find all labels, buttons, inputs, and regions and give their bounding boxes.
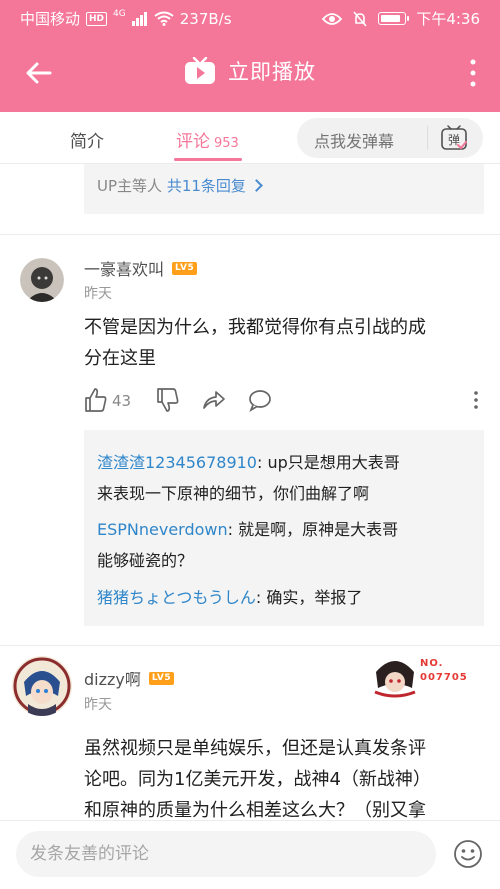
comment-line: 分在这里 — [84, 348, 156, 369]
sub-reply: ESPNneverdown: 就是啊，原神是大表哥 能够碰瓷的？ — [97, 514, 477, 576]
wifi-icon — [154, 11, 174, 26]
username-text: dizzy啊 — [84, 670, 141, 689]
network-speed: 237B/s — [179, 9, 232, 28]
signal-icon: 4G — [113, 8, 126, 19]
tab-comments[interactable]: 评论 953 — [176, 127, 239, 152]
comment-time: 昨天 — [84, 697, 112, 713]
tab-intro[interactable]: 简介 — [70, 127, 104, 152]
avatar[interactable] — [12, 656, 72, 716]
comment-username[interactable]: 一豪喜欢叫 LV5 — [84, 256, 198, 280]
comment-actions: 43 — [84, 386, 484, 416]
sub-reply: 猪猪ちょとつもうしん: 确实，举报了 — [97, 582, 477, 613]
tab-comments-label: 评论 — [176, 132, 210, 152]
comment-username[interactable]: dizzy啊 LV5 — [84, 666, 175, 690]
username-text: 一豪喜欢叫 — [84, 260, 165, 279]
comment-line: 论吧。同为1亿美元开发，战神4（新战神） — [84, 769, 431, 790]
mute-bell-icon — [353, 10, 367, 27]
reply-text: : 就是啊，原神是大表哥 — [227, 520, 399, 539]
reply-text: 能够碰瓷的？ — [97, 551, 194, 570]
up-reply-summary[interactable]: UP主等人 共11条回复 — [84, 164, 484, 214]
eye-icon — [322, 12, 343, 25]
danmaku-divider — [427, 126, 428, 150]
chevron-right-icon — [250, 179, 263, 192]
emoji-icon[interactable] — [453, 839, 483, 869]
reply-username[interactable]: ESPNneverdown — [97, 520, 228, 539]
up-reply-prefix: UP主等人 — [97, 177, 163, 195]
more-vertical-icon[interactable] — [466, 56, 480, 90]
reply-username[interactable]: 猪猪ちょとつもうしん — [97, 588, 256, 607]
tab-active-indicator — [174, 158, 242, 161]
comment-divider — [0, 234, 500, 235]
danmaku-toggle-icon[interactable]: 弹 — [440, 125, 468, 151]
up-reply-count: 共11条回复 — [166, 177, 246, 195]
status-bar: 中国移动 HD 4G 237B/s 下午4:36 — [0, 0, 500, 34]
page-title: 立即播放 — [228, 60, 316, 84]
clock: 下午4:36 — [416, 10, 480, 28]
thumbs-down-icon[interactable] — [156, 386, 180, 414]
level-badge: LV5 — [148, 671, 175, 685]
top-bar: 中国移动 HD 4G 237B/s 下午4:36 立即播放 — [0, 0, 500, 112]
thumbs-up-icon[interactable] — [84, 386, 108, 414]
level-badge: LV5 — [172, 261, 198, 275]
sub-replies[interactable]: 渣渣渣12345678910: up只是想用大表哥 来表现一下原神的细节，你们曲… — [84, 430, 484, 626]
share-icon[interactable] — [202, 386, 226, 414]
like-count: 43 — [112, 392, 132, 410]
avatar[interactable] — [20, 258, 64, 302]
carrier-label: 中国移动 — [20, 10, 81, 28]
sub-reply: 渣渣渣12345678910: up只是想用大表哥 来表现一下原神的细节，你们曲… — [97, 447, 477, 509]
tv-play-icon — [185, 57, 215, 84]
comment-input[interactable] — [16, 831, 436, 877]
bottom-comment-bar — [0, 820, 500, 889]
comment-time: 昨天 — [84, 286, 112, 302]
comment-divider — [0, 645, 500, 646]
comment-line: 不管是因为什么，我都觉得你有点引战的成 — [84, 317, 426, 338]
signal-bars-icon — [131, 11, 147, 26]
reply-bubble-icon[interactable] — [248, 386, 272, 414]
more-vertical-icon[interactable] — [464, 386, 488, 414]
fan-number-badge: NO. 007705 — [372, 654, 482, 700]
fan-no-value: 007705 — [420, 672, 468, 683]
header: 立即播放 — [0, 34, 500, 112]
danmaku-placeholder: 点我发弹幕 — [314, 132, 395, 151]
comment-count: 953 — [214, 136, 239, 151]
reply-text: 来表现一下原神的细节，你们曲解了啊 — [97, 484, 370, 503]
play-now-button[interactable]: 立即播放 — [0, 56, 500, 86]
comment-text: 虽然视频只是单纯娱乐，但还是认真发条评 论吧。同为1亿美元开发，战神4（新战神）… — [84, 733, 494, 826]
reply-text: : up只是想用大表哥 — [256, 453, 400, 472]
danmaku-input[interactable]: 点我发弹幕 弹 — [297, 118, 483, 158]
reply-username[interactable]: 渣渣渣12345678910 — [97, 453, 257, 472]
hd-badge: HD — [86, 11, 108, 26]
comment-line: 虽然视频只是单纯娱乐，但还是认真发条评 — [84, 738, 426, 759]
fan-number-text: NO. 007705 — [420, 657, 468, 685]
comment-text: 不管是因为什么，我都觉得你有点引战的成 分在这里 — [84, 312, 484, 374]
reply-text: : 确实，举报了 — [255, 588, 363, 607]
fan-no-label: NO. — [420, 658, 444, 669]
battery-icon — [378, 12, 410, 25]
